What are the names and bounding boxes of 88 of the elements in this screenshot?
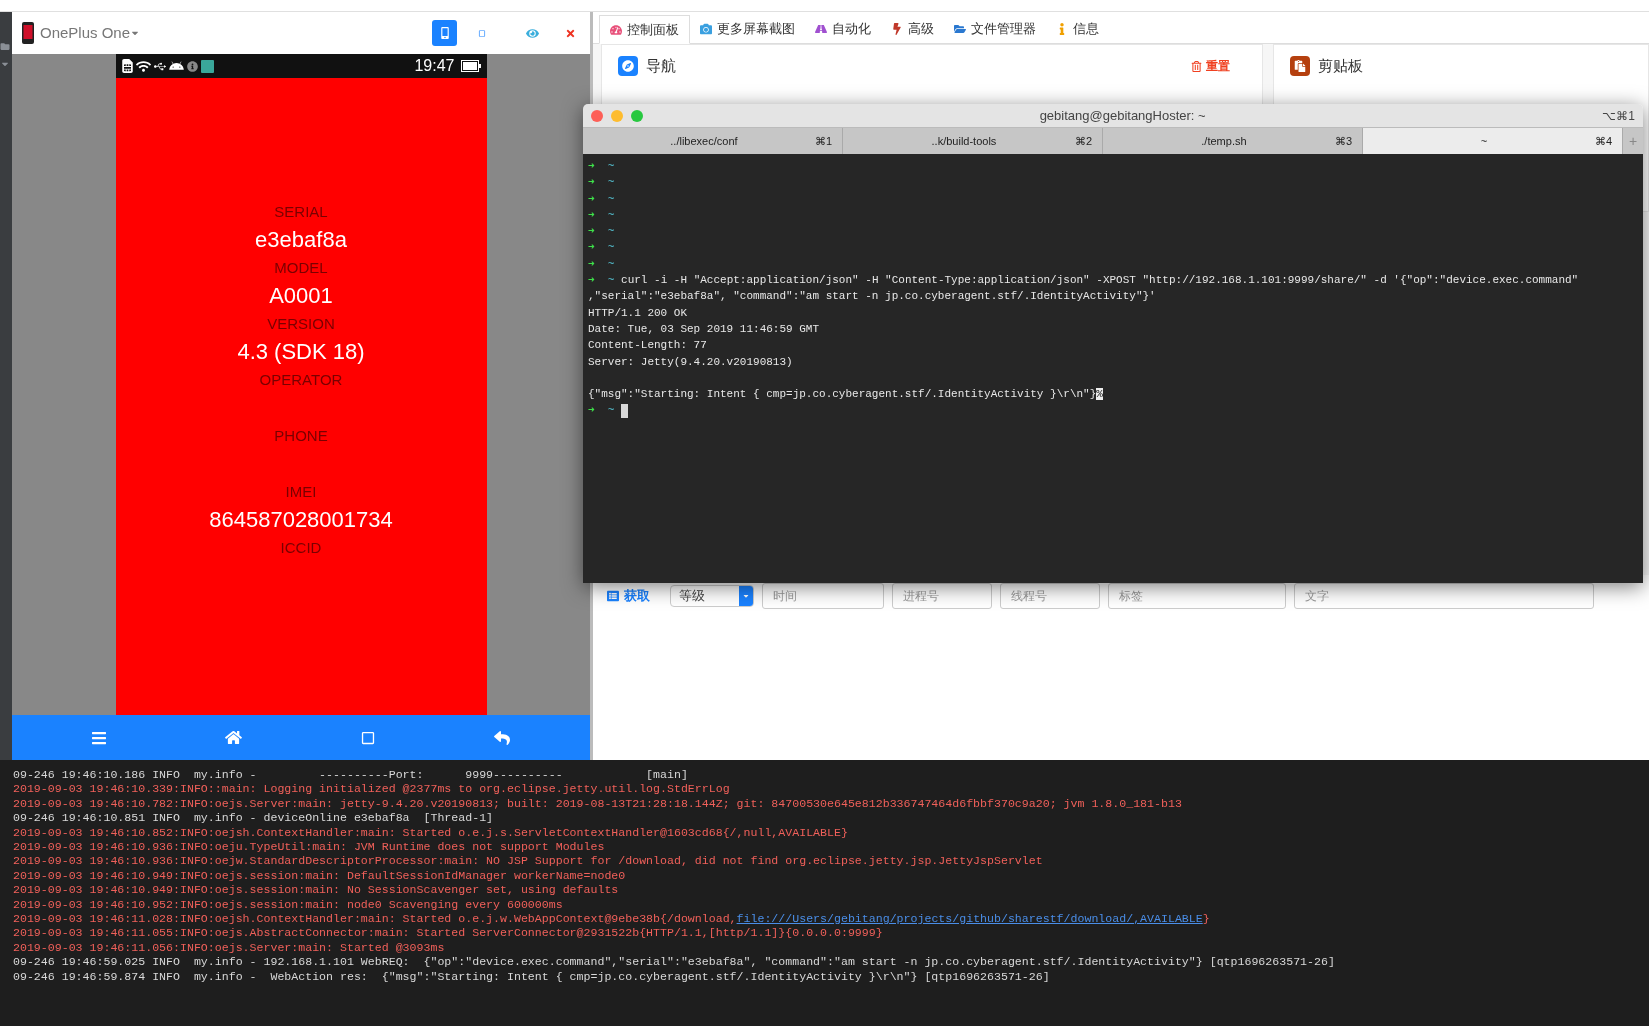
tab[interactable]: 自动化: [805, 14, 881, 43]
terminal-line: HTTP/1.1 200 OK: [588, 305, 688, 321]
tab[interactable]: 高级: [881, 14, 944, 43]
field-label: PHONE: [274, 426, 328, 446]
field-label: SERIAL: [274, 202, 328, 222]
bolt-icon: [891, 22, 903, 35]
terminal-line: ➜ ~: [588, 159, 615, 174]
filter-field[interactable]: 线程号: [1000, 583, 1100, 609]
wifi-icon: [135, 59, 151, 73]
terminal-line: ,"serial":"e3ebaf8a", "command":"am start -n jp.co.cyberagent.stf/.IdentityActivity"}': [588, 289, 1156, 305]
close-light[interactable]: [591, 109, 603, 122]
log-line: 2019-09-03 19:46:11.055:INFO:oejs.AbstractConnector:main: Started ServerConnector@2931522b{HTTP/1.1,[http/1.1]}{0.0.0.0:9999}: [13, 926, 883, 941]
terminal-line: ➜ ~: [588, 224, 615, 240]
filter-field[interactable]: 进程号: [892, 583, 992, 609]
folder-icon: [954, 22, 966, 35]
tab[interactable]: 更多屏幕截图: [690, 14, 805, 43]
device-selector[interactable]: OnePlus One: [40, 21, 141, 45]
battery-icon: [460, 60, 481, 72]
terminal-line: ➜ ~: [588, 207, 615, 223]
menu-icon[interactable]: [91, 729, 108, 746]
log-line: 09-246 19:46:10.186 INFO my.info - ----------Port: 9999---------- [main]: [13, 768, 688, 783]
android-icon: [168, 59, 184, 73]
home-icon[interactable]: [225, 730, 243, 745]
terminal-line: ➜ ~: [588, 175, 615, 191]
field-label: VERSION: [267, 314, 335, 334]
log-line: 2019-09-03 19:46:11.028:INFO:oejsh.ContextHandler:main: Started o.e.j.w.WebAppContext@9ebe38b{/download,file:///Users/gebitang/projects/github/sharestf/download/,AVAILABLE}: [13, 912, 1210, 927]
terminal-line: Content-Length: 77: [588, 338, 707, 354]
log-line: 2019-09-03 19:46:11.056:INFO:oejs.Server:main: Started @3093ms: [13, 940, 445, 956]
window-shortcut: ⌥⌘1: [1602, 107, 1635, 125]
app-icon: [200, 59, 214, 73]
field-label: ICCID: [280, 538, 322, 558]
reset-button[interactable]: 重置: [1191, 57, 1230, 75]
window-title: gebitang@gebitangHoster: ~: [1038, 106, 1207, 125]
trash-icon: [1191, 60, 1202, 72]
filter-field[interactable]: 时间: [762, 583, 884, 609]
field-label: MODEL: [274, 258, 328, 278]
back-icon[interactable]: [492, 729, 511, 746]
field-value: 4.3 (SDK 18): [237, 338, 365, 365]
phone-icon: [22, 22, 34, 44]
card-title: 导航: [646, 55, 676, 76]
list-icon: [607, 590, 619, 602]
level-select[interactable]: 等级: [670, 585, 754, 607]
field-label: IMEI: [285, 482, 317, 502]
log-line: 2019-09-03 19:46:10.952:INFO:oejs.session:main: node0 Scavenging every 600000ms: [13, 897, 563, 913]
fetch-button[interactable]: 获取: [603, 586, 654, 606]
camera-icon: [700, 22, 712, 35]
clock: 19:47: [414, 58, 455, 74]
log-line: 2019-09-03 19:46:10.339:INFO::main: Logging initialized @2377ms to org.eclipse.jetty.util.log.StdErrLog: [13, 782, 730, 797]
log-line: 2019-09-03 19:46:10.936:INFO:oejw.StandardDescriptorProcessor:main: NO JSP Support for /download, did not find org.eclipse.jetty.jsp.JettyJspServlet: [13, 854, 1043, 869]
clipboard-icon: [1290, 56, 1310, 76]
terminal-line: Server: Jetty(9.4.20.v20190813): [588, 354, 793, 370]
log-line: 2019-09-03 19:46:10.936:INFO:oeju.TypeUtil:main: JVM Runtime does not support Modules: [13, 840, 605, 855]
road-icon: [815, 22, 827, 35]
log-line: 09-246 19:46:10.851 INFO my.info - deviceOnline e3ebaf8a [Thread-1]: [13, 811, 494, 826]
file-link[interactable]: file:///Users/gebitang/projects/github/sharestf/download/,AVAILABLE: [736, 912, 1203, 926]
log-line: 2019-09-03 19:46:10.852:INFO:oejsh.ContextHandler:main: Started o.e.j.s.ServletContextHandler@1603cd68{/,null,AVAILABLE}: [13, 825, 848, 841]
tab[interactable]: 信息: [1046, 14, 1109, 43]
terminal-tab[interactable]: ~ ⌘4: [1363, 128, 1623, 154]
log-line: 09-246 19:46:59.025 INFO my.info - 192.168.1.101 WebREQ: {"op":"device.exec.command","serial":"e3ebaf8a", "command":"am start -n jp.co.cyberagent.stf/.IdentityActivity"} [qtp1696263571-26]: [13, 955, 1335, 970]
log-line: 2019-09-03 19:46:10.782:INFO:oejs.Server:main: jetty-9.4.20.v20190813; built: 2019-08-13T21:28:18.144Z; git: 84700530e645e812b336747464d6fbbf370c9a20; jvm 1.8.0_181-b13: [13, 796, 1182, 812]
log-line: 2019-09-03 19:46:10.949:INFO:oejs.session:main: No SessionScavenger set, using defaults: [13, 883, 619, 898]
dashboard-icon: [610, 23, 622, 36]
tab[interactable]: 控制面板: [599, 15, 690, 44]
portrait-button[interactable]: [432, 20, 457, 46]
field-value: e3ebaf8a: [255, 226, 347, 253]
folder-icon: [0, 42, 10, 51]
terminal-line: ➜ ~: [588, 256, 615, 272]
card-title: 剪贴板: [1318, 55, 1363, 76]
eye-icon: [525, 26, 539, 40]
field-value: 864587028001734: [209, 506, 393, 533]
terminal-line: ➜ ~: [588, 403, 615, 419]
tab[interactable]: 文件管理器: [944, 14, 1046, 43]
terminal-line: Date: Tue, 03 Sep 2019 11:46:59 GMT: [588, 321, 820, 337]
compass-icon: [618, 56, 638, 76]
filter-field[interactable]: 标签: [1108, 583, 1286, 609]
field-label: OPERATOR: [259, 370, 343, 390]
filter-field[interactable]: 文字: [1294, 583, 1594, 609]
sim-icon: [121, 59, 133, 73]
phone-icon: [439, 27, 450, 39]
terminal-line: ➜ ~: [588, 191, 615, 207]
close-icon: [564, 27, 576, 39]
terminal-line: ➜ ~: [588, 240, 615, 256]
info-icon: [186, 60, 198, 72]
log-line: 09-246 19:46:59.874 INFO my.info - WebAction res: {"msg":"Starting: Intent { cmp=jp.co.cyberagent.stf/.IdentityActivity }\r\n"} [qtp1696263571-26]: [13, 969, 1050, 985]
field-value: A0001: [269, 282, 333, 309]
caret-icon: [742, 592, 750, 600]
terminal-line: ➜ ~ curl -i -H "Accept:application/json" -H "Content-Type:application/json" -XPOST "http://192.168.1.101:9999/share/" -d '{"op":"device.exec.command": [588, 273, 1579, 289]
log-line: 2019-09-03 19:46:10.949:INFO:oejs.session:main: DefaultSessionIdManager workerName=node0: [13, 868, 626, 884]
